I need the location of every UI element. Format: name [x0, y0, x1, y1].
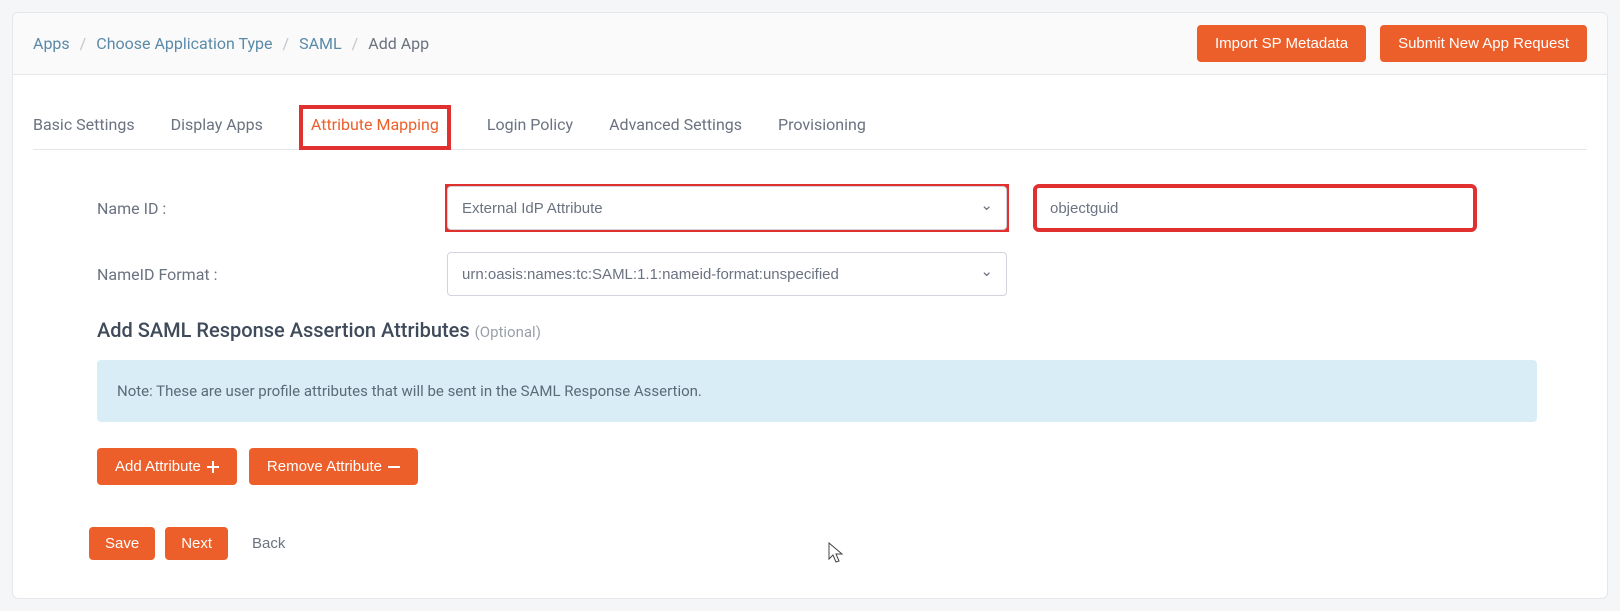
tab-provisioning[interactable]: Provisioning [778, 105, 866, 149]
add-attribute-button[interactable]: Add Attribute [97, 448, 237, 485]
next-button[interactable]: Next [165, 527, 228, 560]
breadcrumb-separator: / [283, 34, 290, 53]
breadcrumb-separator: / [352, 34, 359, 53]
nameid-format-select-wrap: urn:oasis:names:tc:SAML:1.1:nameid-forma… [447, 252, 1007, 296]
breadcrumb: Apps / Choose Application Type / SAML / … [33, 34, 429, 53]
name-id-attribute-input[interactable] [1035, 186, 1475, 230]
name-id-row: Name ID : External IdP Attribute [97, 186, 1537, 230]
minus-icon [388, 461, 400, 473]
nameid-format-select[interactable]: urn:oasis:names:tc:SAML:1.1:nameid-forma… [447, 252, 1007, 296]
content-area: Name ID : External IdP Attribute NameID … [13, 150, 1607, 598]
name-id-select-wrap: External IdP Attribute [447, 186, 1007, 230]
attribute-buttons-row: Add Attribute Remove Attribute [97, 448, 1537, 485]
breadcrumb-apps[interactable]: Apps [33, 34, 70, 53]
remove-attribute-button[interactable]: Remove Attribute [249, 448, 418, 485]
nameid-format-label: NameID Format : [97, 265, 447, 284]
breadcrumb-current: Add App [368, 34, 429, 53]
remove-attribute-label: Remove Attribute [267, 458, 382, 475]
breadcrumb-choose-type[interactable]: Choose Application Type [96, 34, 272, 53]
tabs: Basic Settings Display Apps Attribute Ma… [33, 75, 1587, 150]
nameid-format-row: NameID Format : urn:oasis:names:tc:SAML:… [97, 252, 1537, 296]
tab-login-policy[interactable]: Login Policy [487, 105, 573, 149]
header-buttons: Import SP Metadata Submit New App Reques… [1197, 25, 1587, 62]
breadcrumb-separator: / [80, 34, 87, 53]
note-box: Note: These are user profile attributes … [97, 360, 1537, 422]
app-config-card: Apps / Choose Application Type / SAML / … [12, 12, 1608, 599]
submit-new-app-request-button[interactable]: Submit New App Request [1380, 25, 1587, 62]
add-attribute-label: Add Attribute [115, 458, 201, 475]
breadcrumb-saml[interactable]: SAML [299, 34, 342, 53]
back-button[interactable]: Back [238, 525, 299, 562]
import-sp-metadata-button[interactable]: Import SP Metadata [1197, 25, 1366, 62]
tabs-container: Basic Settings Display Apps Attribute Ma… [13, 75, 1607, 150]
tab-display-apps[interactable]: Display Apps [171, 105, 263, 149]
tab-basic-settings[interactable]: Basic Settings [33, 105, 135, 149]
tab-advanced-settings[interactable]: Advanced Settings [609, 105, 742, 149]
save-button[interactable]: Save [89, 527, 155, 560]
name-id-label: Name ID : [97, 199, 447, 218]
footer-buttons: Save Next Back [89, 525, 1537, 562]
name-id-select[interactable]: External IdP Attribute [447, 186, 1007, 230]
tab-attribute-mapping[interactable]: Attribute Mapping [299, 105, 451, 150]
section-title: Add SAML Response Assertion Attributes (… [97, 318, 1537, 342]
section-title-text: Add SAML Response Assertion Attributes [97, 318, 470, 342]
section-optional: (Optional) [475, 323, 541, 341]
plus-icon [207, 461, 219, 473]
header-row: Apps / Choose Application Type / SAML / … [13, 13, 1607, 75]
